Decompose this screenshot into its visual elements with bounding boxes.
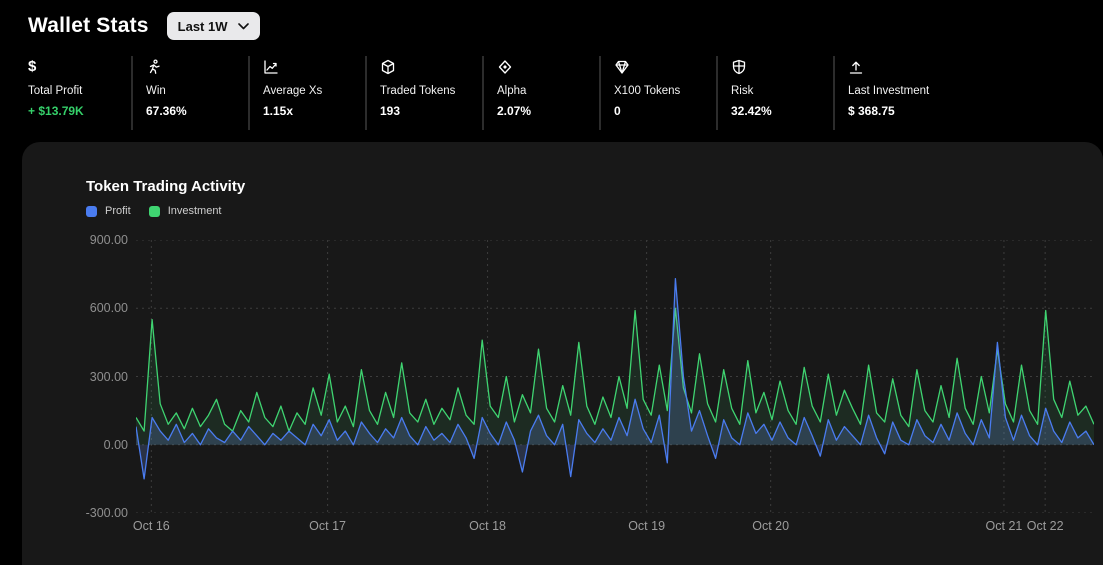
wallet-stats-page: Wallet Stats Last 1W $ Total Profit + $1…	[0, 0, 1103, 565]
stat-label: Risk	[731, 85, 754, 97]
stat-last-investment: Last Investment $ 368.75	[834, 56, 951, 130]
header: Wallet Stats Last 1W	[28, 12, 260, 40]
stat-value: $ 368.75	[848, 104, 895, 118]
legend-label: Investment	[167, 205, 222, 217]
chart-plot-area[interactable]	[136, 240, 1094, 513]
stat-value: 193	[380, 104, 401, 118]
x-tick-label: Oct 18	[469, 519, 506, 533]
stat-value: 67.36%	[146, 104, 187, 118]
x-tick-label: Oct 22	[1026, 519, 1064, 533]
investment-swatch-icon	[148, 205, 160, 217]
x-tick-label: Oct 17	[309, 519, 347, 533]
y-tick-label: 300.00	[89, 369, 128, 384]
shield-icon	[731, 58, 747, 76]
chart-title: Token Trading Activity	[86, 178, 246, 195]
chart-growth-icon	[263, 58, 279, 76]
x-tick-label: Oct 20	[752, 519, 790, 533]
chart-legend: Profit Investment	[86, 205, 222, 217]
stat-label: Alpha	[497, 85, 527, 97]
stat-label: Traded Tokens	[380, 85, 456, 97]
gem-icon	[614, 58, 630, 76]
stat-risk: Risk 32.42%	[717, 56, 834, 130]
stat-total-profit: $ Total Profit + $13.79K	[28, 56, 132, 130]
stat-value: + $13.79K	[28, 104, 84, 118]
y-tick-label: 900.00	[89, 233, 128, 247]
stat-traded-tokens: Traded Tokens 193	[366, 56, 483, 130]
stat-win: Win 67.36%	[132, 56, 249, 130]
stat-value: 32.42%	[731, 104, 772, 118]
chevron-down-icon	[237, 22, 249, 30]
time-range-value: Last 1W	[177, 18, 228, 34]
x-axis: Oct 16 Oct 17 Oct 18 Oct 19 Oct 20 Oct 21 Oct …	[132, 519, 1094, 537]
legend-label: Profit	[105, 205, 131, 217]
stat-label: Average Xs	[263, 85, 323, 97]
stat-x100-tokens: X100 Tokens 0	[600, 56, 717, 130]
stat-label: Total Profit	[28, 85, 83, 97]
y-tick-label: 0.00	[103, 437, 128, 452]
stat-value: 0	[614, 104, 621, 118]
y-axis: 900.00 600.00 300.00 0.00 -300.00	[22, 233, 128, 520]
cube-icon	[380, 58, 396, 76]
stats-row: $ Total Profit + $13.79K Win 67.36% Aver…	[28, 56, 951, 130]
stat-average-xs: Average Xs 1.15x	[249, 56, 366, 130]
trading-activity-chart	[136, 240, 1094, 513]
stat-alpha: Alpha 2.07%	[483, 56, 600, 130]
stat-value: 2.07%	[497, 104, 532, 118]
x-tick-label: Oct 16	[132, 519, 170, 533]
time-range-dropdown[interactable]: Last 1W	[166, 12, 260, 40]
dollar-icon: $	[28, 58, 37, 75]
x-tick-label: Oct 19	[628, 519, 666, 533]
arrow-up-icon	[848, 58, 864, 76]
chart-card: Token Trading Activity Profit Investment…	[22, 142, 1103, 565]
stat-value: 1.15x	[263, 104, 294, 118]
stat-label: Last Investment	[848, 85, 930, 97]
runner-icon	[146, 58, 162, 76]
profit-swatch-icon	[86, 205, 97, 217]
y-tick-label: -300.00	[85, 506, 128, 520]
page-title: Wallet Stats	[28, 14, 149, 37]
legend-item-profit[interactable]: Profit	[86, 205, 131, 217]
legend-item-investment[interactable]: Investment	[148, 205, 222, 217]
x-tick-label: Oct 21	[985, 519, 1023, 533]
stat-label: Win	[146, 85, 166, 97]
stat-label: X100 Tokens	[614, 85, 681, 97]
diamond-icon	[497, 58, 513, 76]
y-tick-label: 600.00	[89, 301, 128, 316]
